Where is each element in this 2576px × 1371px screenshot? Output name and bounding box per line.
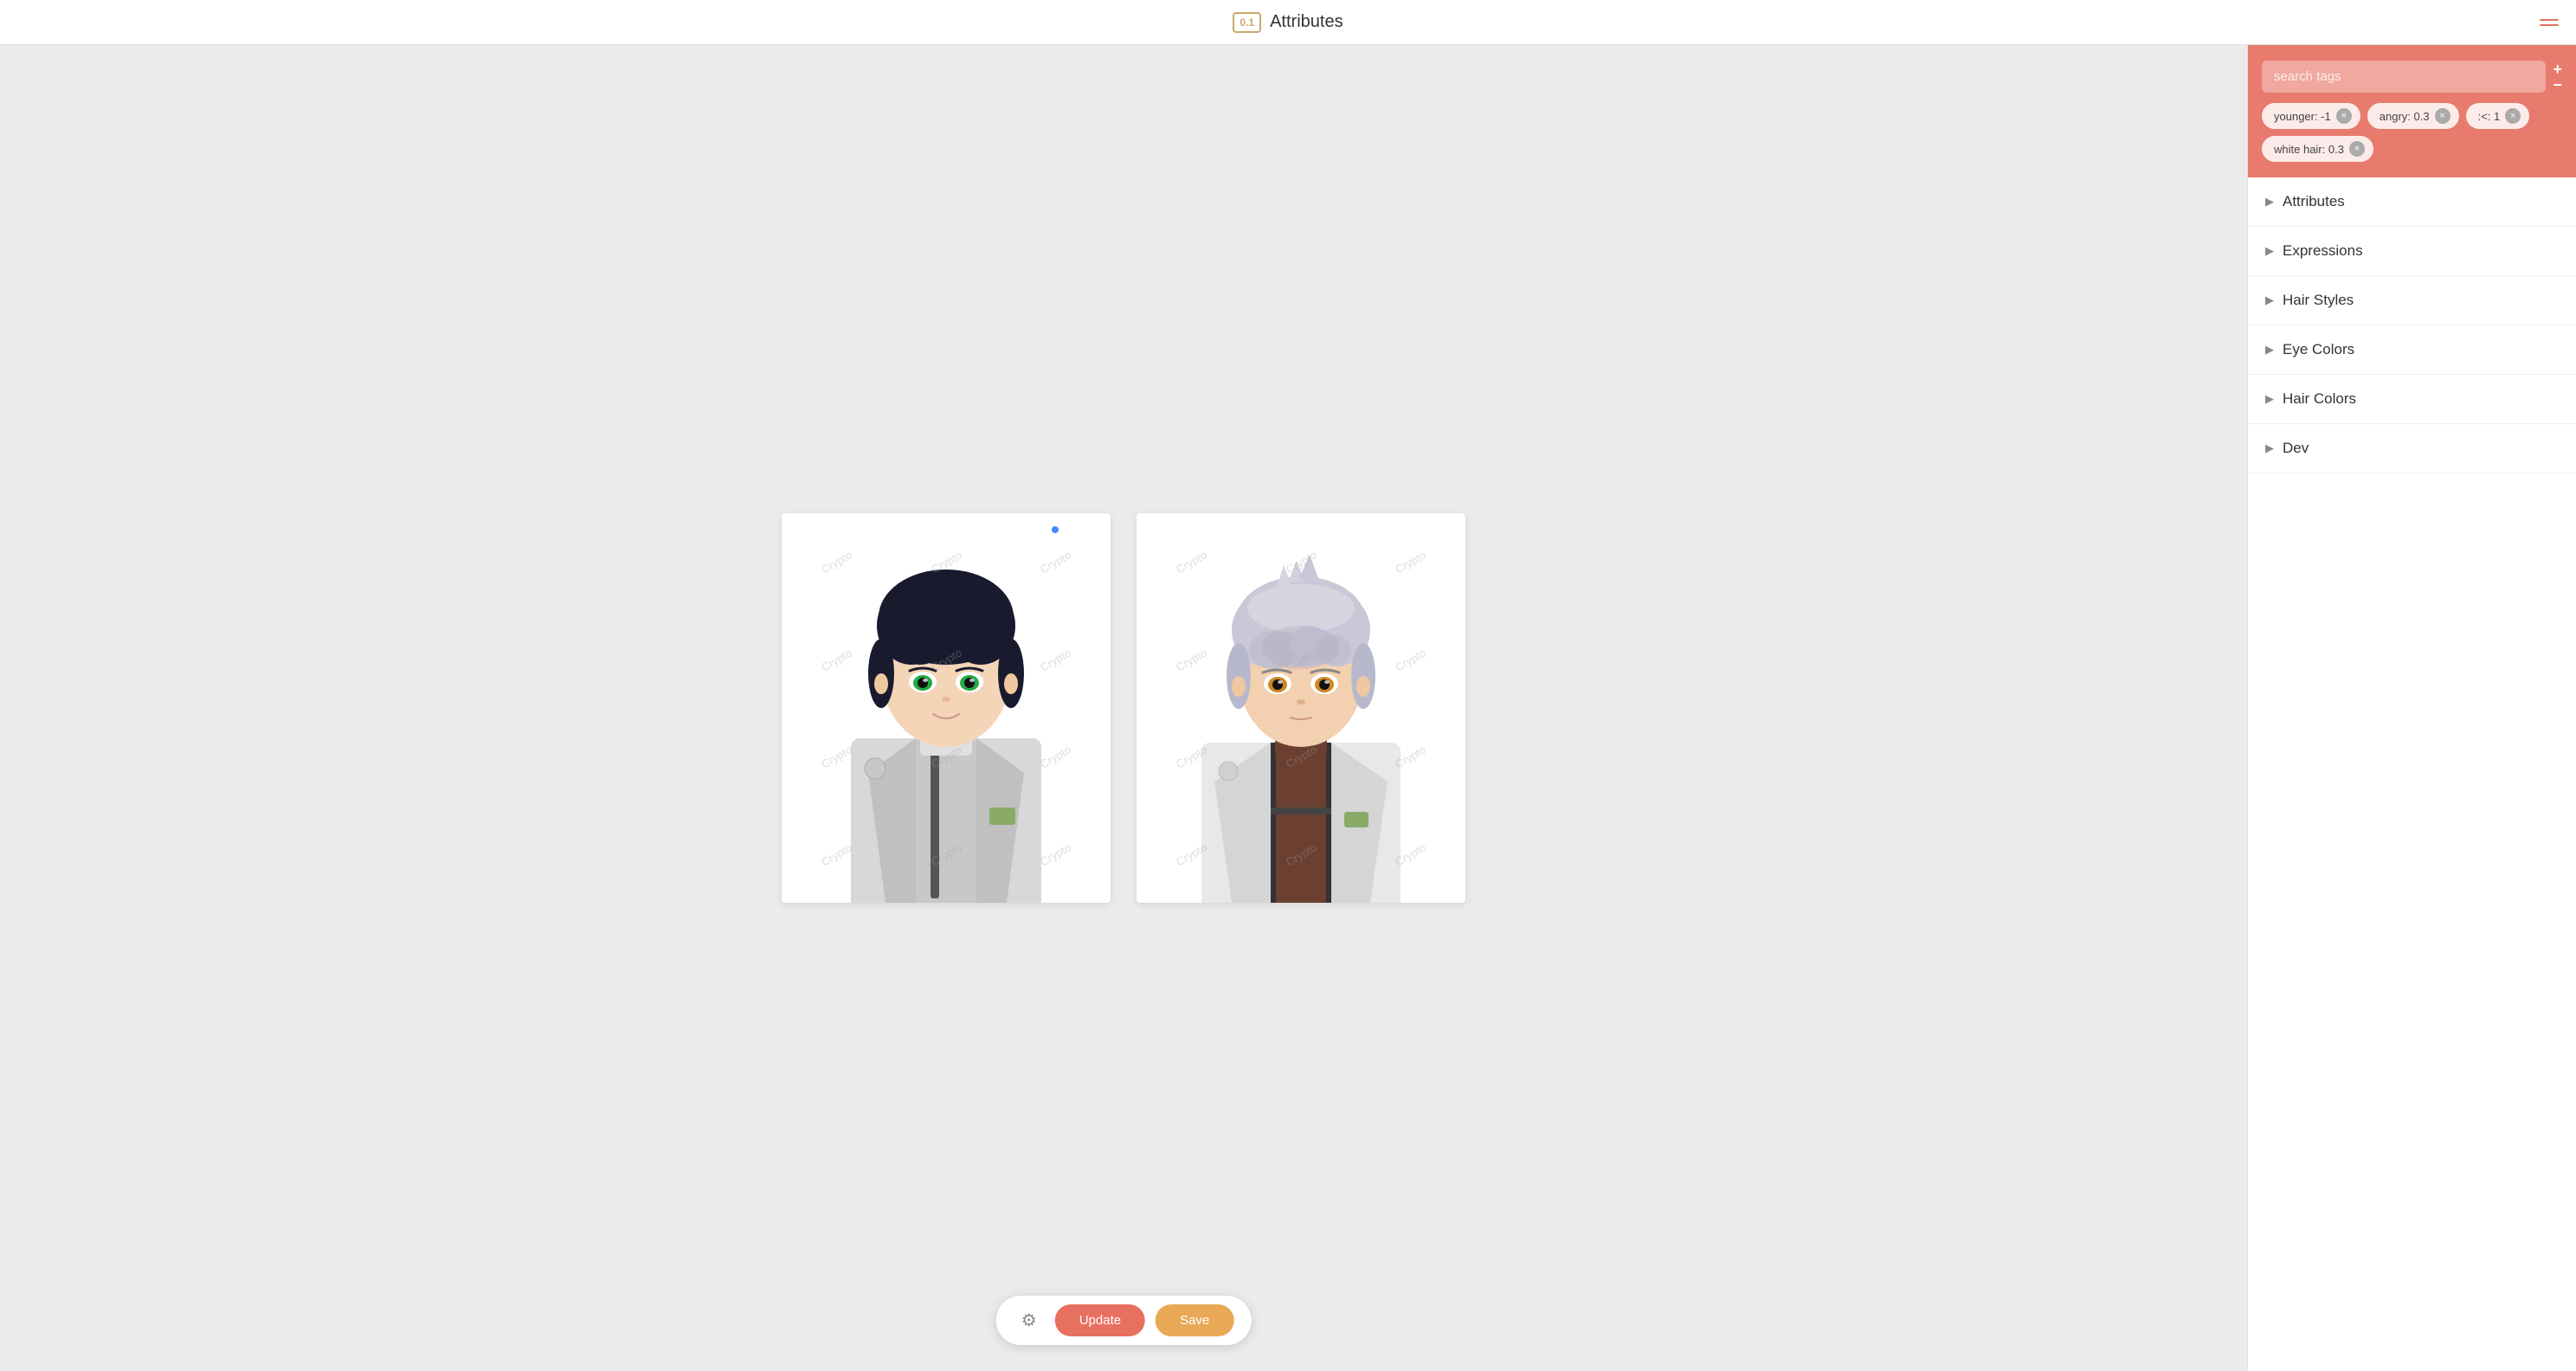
tag-remove-button[interactable]: × — [2435, 108, 2450, 124]
chevron-right-icon: ▶ — [2265, 293, 2274, 307]
character-card-right: Crypto Crypto Crypto Crypto Crypto Crypt… — [1137, 513, 1465, 903]
character-illustration-right — [1137, 513, 1465, 903]
header-title-group: 0.1 Attributes — [1233, 12, 1343, 33]
accordion-section-attributes: ▶ Attributes — [2248, 177, 2576, 227]
accordion-header-eye-colors[interactable]: ▶ Eye Colors — [2248, 325, 2576, 374]
tag-chip: younger: -1 × — [2262, 103, 2360, 129]
accordion-section-eye-colors: ▶ Eye Colors — [2248, 325, 2576, 375]
main-layout: Crypto Crypto Crypto Crypto Crypto Crypt… — [0, 45, 2576, 1371]
character-card-left: Crypto Crypto Crypto Crypto Crypto Crypt… — [782, 513, 1111, 903]
sidebar: + − younger: -1 × angry: 0.3 × :<: 1 × — [2247, 45, 2576, 1371]
update-button[interactable]: Update — [1055, 1304, 1145, 1336]
header: 0.1 Attributes — [0, 0, 2576, 45]
canvas-area: Crypto Crypto Crypto Crypto Crypto Crypt… — [0, 45, 2247, 1371]
accordion-label: Hair Styles — [2283, 292, 2559, 309]
settings-button[interactable]: ⚙ — [1014, 1305, 1045, 1336]
version-badge: 0.1 — [1233, 12, 1261, 33]
accordion-section-hair-styles: ▶ Hair Styles — [2248, 276, 2576, 325]
accordion-label: Dev — [2283, 440, 2559, 457]
search-input[interactable] — [2262, 61, 2546, 93]
chevron-right-icon: ▶ — [2265, 441, 2274, 455]
accordion-label: Hair Colors — [2283, 390, 2559, 408]
tag-remove-button[interactable]: × — [2505, 108, 2521, 124]
search-bar-row: + − — [2262, 61, 2562, 93]
chevron-right-icon: ▶ — [2265, 343, 2274, 357]
accordion-header-dev[interactable]: ▶ Dev — [2248, 424, 2576, 473]
character-illustration-left — [782, 513, 1111, 903]
add-remove-button[interactable]: + − — [2553, 61, 2562, 93]
accordion-label: Attributes — [2283, 193, 2559, 210]
accordion-header-attributes[interactable]: ▶ Attributes — [2248, 177, 2576, 226]
tag-label: younger: -1 — [2274, 110, 2331, 123]
menu-button[interactable] — [2540, 19, 2559, 26]
tag-remove-button[interactable]: × — [2336, 108, 2352, 124]
accordion-header-hair-styles[interactable]: ▶ Hair Styles — [2248, 276, 2576, 325]
chevron-right-icon: ▶ — [2265, 244, 2274, 258]
tags-container: younger: -1 × angry: 0.3 × :<: 1 × white… — [2262, 103, 2562, 162]
tag-chip: angry: 0.3 × — [2367, 103, 2459, 129]
blue-dot-indicator — [1052, 526, 1059, 533]
accordion-label: Expressions — [2283, 242, 2559, 260]
accordion-header-expressions[interactable]: ▶ Expressions — [2248, 227, 2576, 275]
tag-remove-button[interactable]: × — [2349, 141, 2365, 157]
tag-chip: :<: 1 × — [2466, 103, 2530, 129]
chevron-right-icon: ▶ — [2265, 195, 2274, 209]
accordion-label: Eye Colors — [2283, 341, 2559, 358]
save-button[interactable]: Save — [1156, 1304, 1233, 1336]
tag-label: :<: 1 — [2478, 110, 2501, 123]
accordion-section-expressions: ▶ Expressions — [2248, 227, 2576, 276]
accordion-section-dev: ▶ Dev — [2248, 424, 2576, 473]
app-title: Attributes — [1270, 12, 1343, 32]
tag-chip: white hair: 0.3 × — [2262, 136, 2373, 162]
bottom-toolbar: ⚙ Update Save — [996, 1296, 1252, 1345]
accordion-header-hair-colors[interactable]: ▶ Hair Colors — [2248, 375, 2576, 423]
tag-label: white hair: 0.3 — [2274, 143, 2344, 156]
search-area: + − younger: -1 × angry: 0.3 × :<: 1 × — [2248, 45, 2576, 177]
tag-label: angry: 0.3 — [2380, 110, 2430, 123]
accordion-section-hair-colors: ▶ Hair Colors — [2248, 375, 2576, 424]
chevron-right-icon: ▶ — [2265, 392, 2274, 406]
